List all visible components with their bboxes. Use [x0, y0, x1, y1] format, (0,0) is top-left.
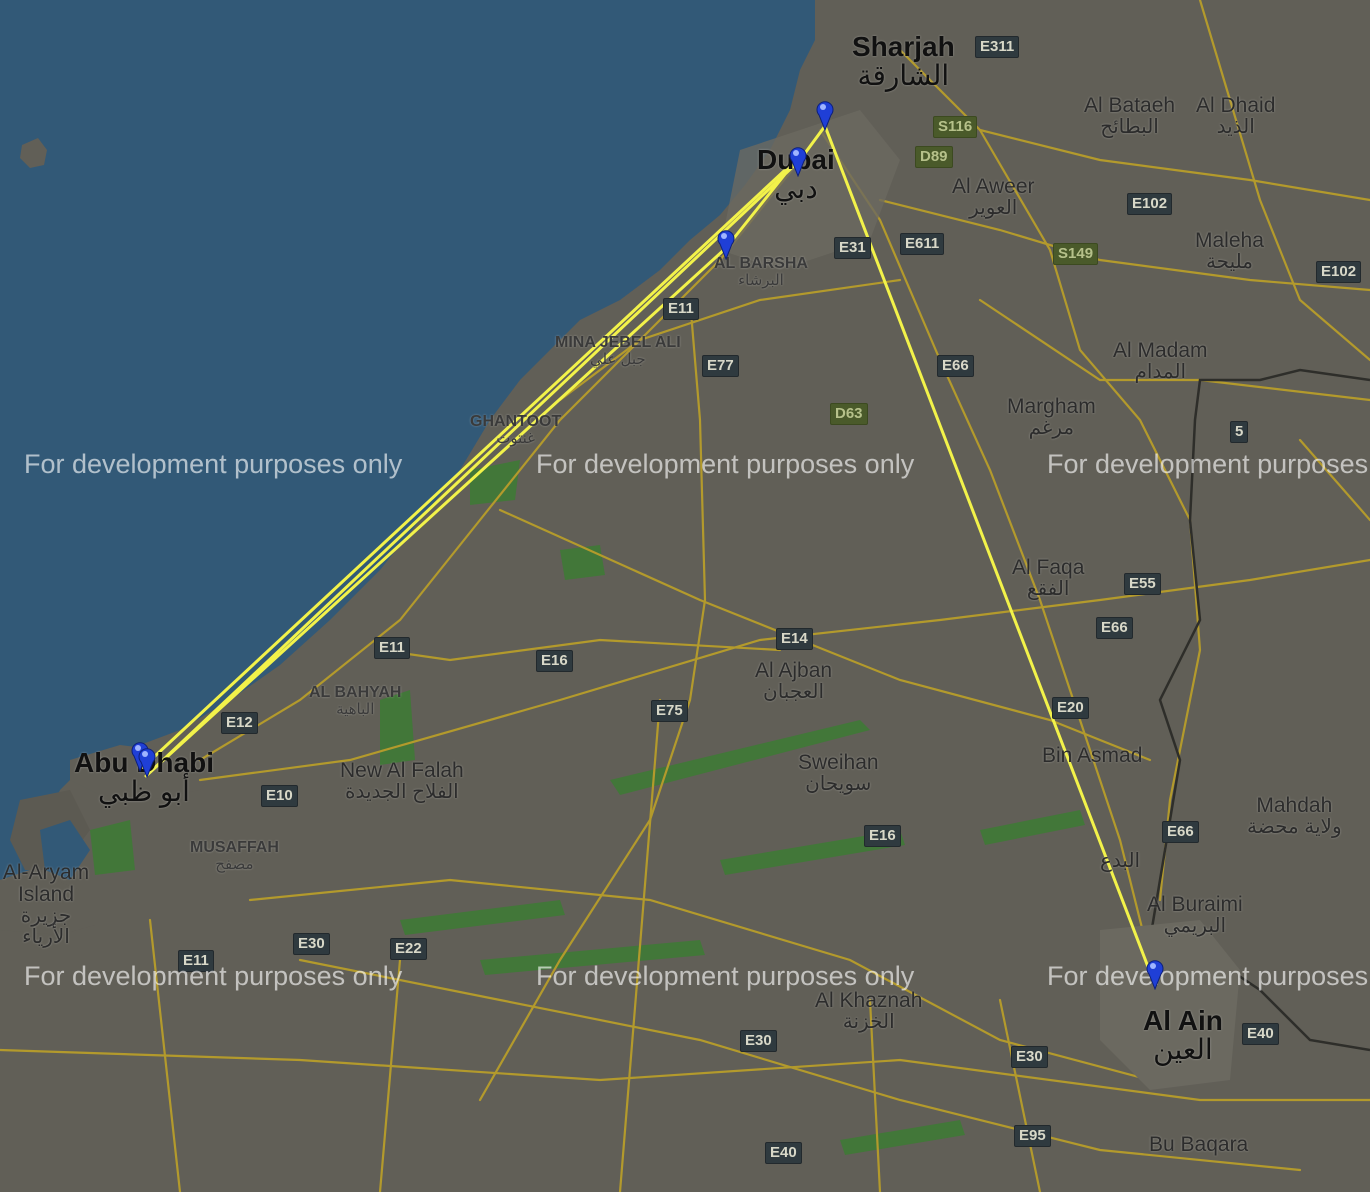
label-musaffah: MUSAFFAH مصفح: [190, 839, 279, 873]
label-new-al-falah: New Al Falah الفلاح الجديدة: [340, 759, 464, 804]
road-shield: E30: [1011, 1046, 1048, 1068]
label-maleha: Maleha مليحة: [1195, 229, 1264, 274]
label-sweihan: Sweihan سويحان: [798, 751, 879, 796]
label-al-bidaa: البدع: [1100, 850, 1141, 872]
road-shield: S149: [1053, 243, 1099, 265]
road-shield: E16: [536, 650, 573, 672]
dev-watermark: For development purposes only: [1047, 961, 1370, 991]
road-shield: E75: [651, 700, 688, 722]
label-al-bataeh: Al Bataeh البطائح: [1084, 94, 1176, 139]
map-marker-icon[interactable]: [815, 97, 835, 131]
label-al-buraimi: Al Buraimi البريمي: [1147, 893, 1243, 938]
map-marker-icon[interactable]: [137, 744, 157, 778]
road-shield: E12: [221, 712, 258, 734]
road-shield: E66: [1096, 617, 1133, 639]
label-al-ajban: Al Ajban العجبان: [755, 659, 833, 704]
road-shield: E30: [293, 933, 330, 955]
label-margham: Margham مرغم: [1007, 395, 1096, 440]
road-shield: E40: [1242, 1023, 1279, 1045]
label-sharjah: Sharjah الشارقة: [852, 31, 955, 92]
road-shield: D89: [915, 146, 953, 168]
road-shield: E10: [261, 785, 298, 807]
map-marker-icon[interactable]: [1145, 956, 1165, 990]
road-shield: 5: [1230, 421, 1249, 443]
road-shield: S116: [933, 116, 978, 138]
road-shield: E55: [1124, 573, 1161, 595]
label-mahdah: Mahdah ولاية محضة: [1247, 794, 1342, 839]
dev-watermark: For development purposes only: [1047, 449, 1370, 479]
road-shield: E95: [1014, 1125, 1051, 1147]
road-shield: D63: [830, 403, 868, 425]
label-bin-asmad: Bin Asmad: [1042, 744, 1143, 767]
label-ghantoot: GHANTOOT غنتوت: [470, 413, 562, 447]
road-shield: E14: [776, 628, 813, 650]
route-polyline: [138, 124, 1157, 986]
road-shield: E31: [834, 237, 871, 259]
map-canvas[interactable]: Sharjahالشارقة Dubaiدبي Abu Dhabiأبو ظبي…: [0, 0, 1370, 1192]
label-al-khaznah: Al Khaznah الخزنة: [815, 989, 923, 1034]
road-shield: E22: [390, 938, 427, 960]
label-al-faqa: Al Faqa الفقع: [1012, 556, 1085, 601]
label-al-dhaid: Al Dhaid الذيد: [1196, 94, 1276, 139]
dev-watermark: For development purposes only: [536, 449, 915, 479]
road-shield: E102: [1316, 261, 1362, 283]
map-marker-icon[interactable]: [716, 226, 736, 260]
dev-watermark: For development purposes only: [536, 961, 915, 991]
map-marker-icon[interactable]: [788, 143, 808, 177]
road-shield: E11: [663, 298, 699, 320]
road-shield: E311: [975, 36, 1020, 58]
label-al-ain: Al Ain العين: [1143, 1005, 1223, 1066]
label-al-madam: Al Madam المدام: [1113, 339, 1208, 384]
label-bu-baqara: Bu Baqara: [1149, 1133, 1249, 1156]
label-al-bahyah: AL BAHYAH الباهية: [309, 684, 402, 718]
road-shield: E20: [1052, 697, 1089, 719]
dev-watermark: For development purposes only: [24, 449, 403, 479]
road-shield: E102: [1127, 193, 1173, 215]
road-shield: E77: [702, 355, 739, 377]
road-shield: E11: [374, 637, 410, 659]
dev-watermark: For development purposes only: [24, 961, 403, 991]
label-al-barsha: AL BARSHA البرشاء: [714, 255, 808, 289]
road-shield: E30: [740, 1030, 777, 1052]
label-mina-jebel-ali: MINA JEBEL ALI جبل علي: [555, 334, 681, 368]
road-shield: E66: [1162, 821, 1199, 843]
road-shield: E40: [765, 1142, 802, 1164]
label-al-aryam-island: Al-Aryam Island جزيرة الأرياء: [2, 861, 90, 949]
label-al-aweer: Al Aweer العوير: [952, 175, 1035, 220]
road-shield: E611: [900, 233, 945, 255]
road-shield: E66: [937, 355, 974, 377]
road-shield: E16: [864, 825, 901, 847]
